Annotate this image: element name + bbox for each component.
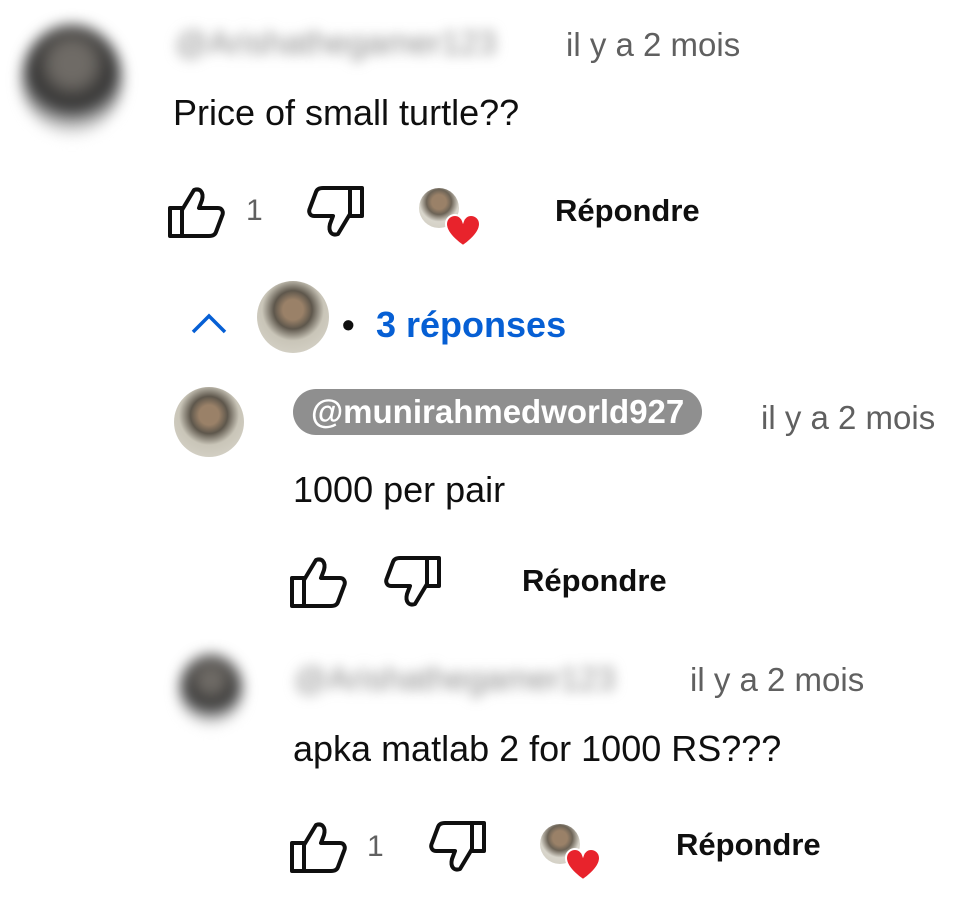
comment-text: Price of small turtle?? <box>173 92 520 133</box>
like-count: 1 <box>246 194 263 227</box>
reply-author-avatar[interactable] <box>174 387 244 457</box>
replies-toggle-label[interactable]: 3 réponses <box>376 304 566 346</box>
reply-button[interactable]: Répondre <box>555 193 700 229</box>
like-count: 1 <box>367 830 384 863</box>
reply-author-avatar[interactable] <box>180 655 242 725</box>
reply-button[interactable]: Répondre <box>522 563 667 599</box>
dislike-icon[interactable] <box>306 184 366 240</box>
commenter-handle[interactable]: @Arishathegamer123 <box>175 24 497 62</box>
like-icon[interactable] <box>288 554 348 610</box>
creator-heart-icon <box>564 848 602 882</box>
reply-text: apka matlab 2 for 1000 RS??? <box>293 728 782 769</box>
reply-author-handle[interactable]: @Arishathegamer123 <box>294 660 616 698</box>
like-icon[interactable] <box>166 184 226 240</box>
replies-separator: • <box>342 304 355 345</box>
reply-text: 1000 per pair <box>293 469 506 510</box>
reply-timestamp[interactable]: il y a 2 mois <box>690 661 864 699</box>
commenter-avatar[interactable] <box>22 25 122 135</box>
dislike-icon[interactable] <box>428 819 488 875</box>
dislike-icon[interactable] <box>383 554 443 610</box>
chevron-up-icon[interactable] <box>188 308 230 338</box>
creator-reply-avatar <box>257 281 329 353</box>
reply-button[interactable]: Répondre <box>676 827 821 863</box>
creator-heart-icon <box>444 214 482 248</box>
reply-author-handle[interactable]: @munirahmedworld927 <box>293 389 703 435</box>
like-icon[interactable] <box>288 819 348 875</box>
reply-timestamp[interactable]: il y a 2 mois <box>761 399 935 437</box>
comment-timestamp[interactable]: il y a 2 mois <box>566 26 740 64</box>
